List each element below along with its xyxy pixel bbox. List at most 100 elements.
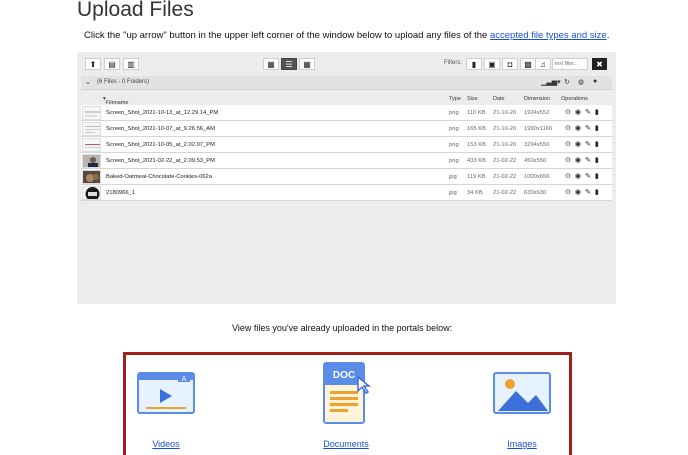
trash-icon[interactable]: ▮ xyxy=(595,188,599,196)
file-dimension: 630x630 xyxy=(524,190,547,196)
column-filename[interactable]: ▾ Filename xyxy=(103,96,128,106)
clear-filter-button[interactable]: ✖ xyxy=(592,58,607,70)
trash-icon[interactable]: ▮ xyxy=(595,172,599,180)
file-type: png xyxy=(449,158,459,164)
table-row[interactable]: Baked-Oatmeal-Chocolate-Cookies-062a jpg… xyxy=(81,169,612,185)
filter-video-button[interactable]: ▩ xyxy=(520,58,536,70)
instructions: Click the "up arrow" button in the upper… xyxy=(84,30,609,41)
table-row[interactable]: Screen_Shot_2021-10-07_at_9.26.56_AM png… xyxy=(81,121,612,137)
images-link[interactable]: Images xyxy=(507,439,537,449)
accepted-file-types-link[interactable]: accepted file types and size xyxy=(490,30,607,41)
trash-icon[interactable]: ▮ xyxy=(595,156,599,164)
upload-icon: ⬆ xyxy=(89,59,97,69)
column-operations: Operations xyxy=(561,96,588,102)
file-name[interactable]: 2180966_1 xyxy=(106,190,135,196)
file-name[interactable]: Screen_Shot_2021-10-07_at_9.26.56_AM xyxy=(106,126,215,132)
column-size[interactable]: Size xyxy=(467,96,478,102)
columns-icon: ▦ xyxy=(303,59,311,69)
info-icon[interactable]: ⊙ xyxy=(565,108,571,116)
eye-icon[interactable]: ◉ xyxy=(575,156,581,164)
filter-archives-button[interactable]: ◘ xyxy=(502,58,518,70)
documents-link[interactable]: Documents xyxy=(323,439,369,449)
filters-label: Filters: xyxy=(444,60,462,66)
info-icon[interactable]: ⊙ xyxy=(565,140,571,148)
info-icon[interactable]: ⊙ xyxy=(565,172,571,180)
view-list-button[interactable]: ☰ xyxy=(281,58,297,70)
view-grid-button[interactable]: ▦ xyxy=(263,58,279,70)
chevron-icon: ⌄ xyxy=(85,79,91,86)
refresh-icon[interactable]: ↻ xyxy=(564,78,570,86)
filter-music-button[interactable]: ♫ xyxy=(535,58,551,70)
image-icon: ▣ xyxy=(488,59,496,69)
list-icon: ☰ xyxy=(285,59,293,69)
trash-icon[interactable]: ▮ xyxy=(595,124,599,132)
eye-icon[interactable]: ◉ xyxy=(575,140,581,148)
trash-icon[interactable]: ▮ xyxy=(595,108,599,116)
file-dimension: 1000x656 xyxy=(524,174,550,180)
table-row[interactable]: Screen_Shot_2021-02-22_at_2.09.53_PM png… xyxy=(81,153,612,169)
info-icon[interactable]: ⊙ xyxy=(565,156,571,164)
file-thumbnail xyxy=(82,170,101,184)
text-filter-input[interactable] xyxy=(552,58,588,70)
eye-icon[interactable]: ◉ xyxy=(575,108,581,116)
file-manager: ⬆ ▤ ▥ ▦ ☰ ▦ Filters: ▮ ▣ ◘ ▩ ♫ ✖ ⌄ (6 Fi… xyxy=(77,52,616,304)
pencil-icon[interactable]: ✎ xyxy=(585,124,591,132)
file-date: 21-10-20 xyxy=(493,110,517,116)
upload-button[interactable]: ⬆ xyxy=(85,58,101,70)
image-gallery-icon xyxy=(493,372,551,414)
file-size: 165 KB xyxy=(467,126,487,132)
file-date: 21-10-20 xyxy=(493,142,517,148)
eye-icon[interactable]: ◉ xyxy=(575,172,581,180)
file-dimension: 3294x550 xyxy=(524,142,550,148)
paste-button[interactable]: ▤ xyxy=(104,58,120,70)
video-player-icon: A xyxy=(137,372,195,414)
column-type[interactable]: Type xyxy=(449,96,461,102)
info-icon[interactable]: ⊙ xyxy=(565,124,571,132)
table-row[interactable]: Screen_Shot_2021-10-05_at_2.02.07_PM png… xyxy=(81,137,612,153)
file-name[interactable]: Screen_Shot_2021-10-05_at_2.02.07_PM xyxy=(106,142,215,148)
eye-icon[interactable]: ◉ xyxy=(575,188,581,196)
breadcrumb: ⌄ (6 Files - 0 Folders) ▁▃▅▾ ↻ ◍ ● xyxy=(81,76,612,90)
eye-icon[interactable]: ◉ xyxy=(575,124,581,132)
file-date: 21-02-22 xyxy=(493,174,517,180)
table-row[interactable]: Screen_Shot_2021-10-13_at_12.29.14_PM pn… xyxy=(81,105,612,121)
table-row[interactable]: 2180966_1 jpg 34 KB 21-02-22 630x630 ⊙ ◉ ✎… xyxy=(81,185,612,201)
delete-selected-button[interactable]: ▥ xyxy=(123,58,139,70)
videos-link[interactable]: Videos xyxy=(152,439,179,449)
file-thumbnail xyxy=(82,122,101,136)
trash-icon[interactable]: ▮ xyxy=(595,140,599,148)
videos-portal[interactable]: A Videos xyxy=(134,369,198,452)
file-name[interactable]: Screen_Shot_2021-10-13_at_12.29.14_PM xyxy=(106,110,218,116)
file-type: png xyxy=(449,126,459,132)
pencil-icon[interactable]: ✎ xyxy=(585,172,591,180)
filter-files-button[interactable]: ▮ xyxy=(466,58,482,70)
pencil-icon[interactable]: ✎ xyxy=(585,140,591,148)
file-type: png xyxy=(449,110,459,116)
documents-portal[interactable]: DOC Documents xyxy=(316,359,376,452)
pencil-icon[interactable]: ✎ xyxy=(585,188,591,196)
pencil-icon[interactable]: ✎ xyxy=(585,108,591,116)
view-columns-button[interactable]: ▦ xyxy=(299,58,315,70)
file-date: 21-02-22 xyxy=(493,190,517,196)
file-thumbnail xyxy=(82,154,101,168)
grid-icon: ▦ xyxy=(267,59,275,69)
file-name[interactable]: Baked-Oatmeal-Chocolate-Cookies-062a xyxy=(106,174,212,180)
video-badge-text: A xyxy=(182,376,187,383)
music-icon: ♫ xyxy=(540,59,546,69)
file-table: ▾ Filename Type Size Date Dimension Oper… xyxy=(81,92,612,201)
language-icon[interactable]: ◍ xyxy=(578,78,584,86)
file-dimension: 1924x552 xyxy=(524,110,550,116)
column-date[interactable]: Date xyxy=(493,96,505,102)
instructions-text: Click the "up arrow" button in the upper… xyxy=(84,30,490,41)
info-icon[interactable]: ⊙ xyxy=(565,188,571,196)
portals-panel: A Videos DOC Documents Images xyxy=(123,352,572,455)
file-size: 433 KB xyxy=(467,158,487,164)
sort-icon[interactable]: ▁▃▅▾ xyxy=(541,78,561,86)
pencil-icon[interactable]: ✎ xyxy=(585,156,591,164)
file-name[interactable]: Screen_Shot_2021-02-22_at_2.09.53_PM xyxy=(106,158,215,164)
file-size: 153 KB xyxy=(467,142,487,148)
images-portal[interactable]: Images xyxy=(490,369,554,452)
help-icon[interactable]: ● xyxy=(593,78,597,85)
filter-images-button[interactable]: ▣ xyxy=(484,58,500,70)
file-count-label: (6 Files - 0 Folders) xyxy=(97,79,150,85)
